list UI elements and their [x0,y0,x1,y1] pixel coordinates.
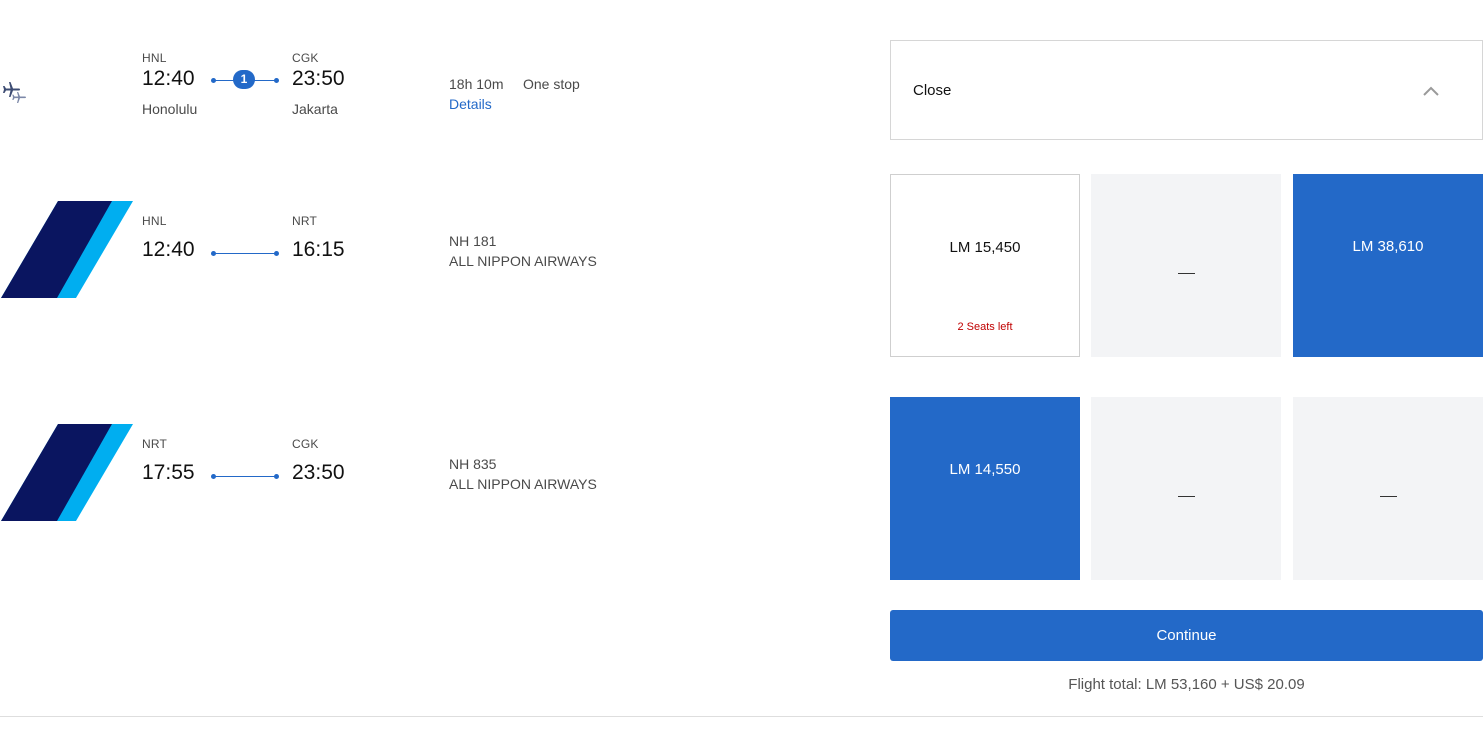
flight-total: Flight total: LM 53,160 + US$ 20.09 [1068,676,1305,693]
fare-unavailable [1091,174,1281,357]
route-end-dot [274,474,279,479]
airline-name: ALL NIPPON AIRWAYS [449,476,597,492]
unavailable-dash [1177,496,1195,497]
seats-left-note: 2 Seats left [957,321,1013,333]
origin-city: Honolulu [142,101,198,117]
origin-code: HNL [142,51,167,65]
segment-route-line [211,251,279,256]
duration: 18h 10m [449,76,504,92]
close-details-toggle[interactable]: Close [890,40,1483,140]
close-label: Close [913,82,952,99]
stops-count-badge: 1 [233,70,255,89]
fare-unavailable [1293,397,1483,580]
airline-logo [0,201,134,298]
fare-price: LM 38,610 [1352,238,1424,255]
flight-number: NH 835 [449,456,497,472]
flight-selection-page: HNL 12:40 Honolulu 1 CGK 23:50 Jakarta 1… [0,0,1483,737]
segment-origin-code: HNL [142,214,167,228]
multi-flight-icon [0,80,30,110]
route-end-dot [274,251,279,256]
segment-route-line [211,474,279,479]
fare-option-selected[interactable]: LM 38,610 [1293,174,1483,357]
segment-arrive-time: 16:15 [292,238,345,261]
stops-label: One stop [523,76,580,92]
segment-depart-time: 12:40 [142,238,195,261]
unavailable-dash [1177,273,1195,274]
section-divider [0,716,1483,717]
fare-option[interactable]: LM 15,450 2 Seats left [890,174,1080,357]
segment-origin-code: NRT [142,437,168,451]
chevron-up-icon [1422,84,1440,96]
unavailable-dash [1379,496,1397,497]
airline-name: ALL NIPPON AIRWAYS [449,253,597,269]
dest-city: Jakarta [292,101,338,117]
route-end-dot [274,78,279,83]
details-link[interactable]: Details [449,96,492,112]
flight-number: NH 181 [449,233,497,249]
airline-logo [0,424,134,521]
dest-code: CGK [292,51,319,65]
depart-time: 12:40 [142,67,195,90]
fare-price: LM 15,450 [949,239,1021,256]
segment-dest-code: CGK [292,437,319,451]
segment-depart-time: 17:55 [142,461,195,484]
fare-unavailable [1091,397,1281,580]
segment-arrive-time: 23:50 [292,461,345,484]
continue-button[interactable]: Continue [890,610,1483,661]
route-line [214,253,276,254]
route-line [214,476,276,477]
arrive-time: 23:50 [292,67,345,90]
fare-option-selected[interactable]: LM 14,550 [890,397,1080,580]
route-line-with-stop: 1 [211,70,279,90]
segment-dest-code: NRT [292,214,318,228]
fare-price: LM 14,550 [949,461,1021,478]
